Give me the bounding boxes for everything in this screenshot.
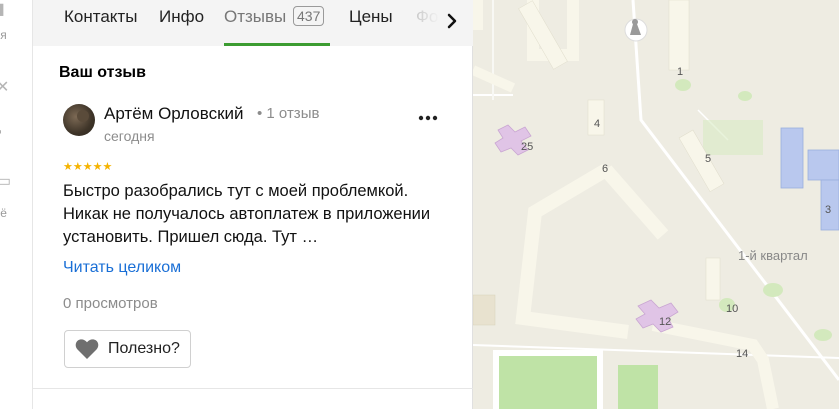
tab-contacts[interactable]: Контакты xyxy=(64,7,137,27)
avatar[interactable] xyxy=(63,104,95,136)
read-more-link[interactable]: Читать целиком xyxy=(63,259,181,277)
tab-fade xyxy=(408,0,440,46)
tab-reviews[interactable]: Отзывы 437 xyxy=(224,6,325,27)
review-date: сегодня xyxy=(104,128,155,144)
tab-prices[interactable]: Цены xyxy=(349,7,393,27)
divider xyxy=(33,388,473,389)
building-number-label: 3 xyxy=(825,204,832,216)
organization-panel: Контакты Инфо Отзывы 437 Цены Фо Ваш отз… xyxy=(33,0,473,409)
views-count: 0 просмотров xyxy=(63,295,158,312)
bag-icon: ▭ xyxy=(0,173,12,190)
helpful-button[interactable]: Полезно? xyxy=(64,330,191,368)
district-label: 1-й квартал xyxy=(738,248,808,263)
map-view[interactable]: 1 4 25 5 6 3 12 10 14 1-й квартал xyxy=(473,0,839,409)
building-number-label: 6 xyxy=(602,163,609,175)
active-tab-indicator xyxy=(224,43,330,46)
building-number-label: 14 xyxy=(736,348,749,360)
tab-reviews-label: Отзывы xyxy=(224,7,287,26)
more-dots-icon xyxy=(418,115,438,121)
building-number-label: 10 xyxy=(726,303,739,315)
more-options-button[interactable] xyxy=(415,106,441,130)
bookmark-icon: ▮ xyxy=(0,1,5,18)
close-icon: ✕ xyxy=(0,79,10,96)
sidebar-rail: ▮ ья ✕ д ▭ ьё xyxy=(0,0,33,409)
building-number-label: 4 xyxy=(594,118,601,130)
tab-info[interactable]: Инфо xyxy=(159,7,204,27)
sidebar-item-label: д xyxy=(0,120,1,134)
building-number-label: 25 xyxy=(521,141,534,153)
helpful-label: Полезно? xyxy=(108,340,180,357)
building-number-label: 12 xyxy=(659,316,672,328)
heart-icon xyxy=(75,339,99,359)
review-author-meta: • 1 отзыв xyxy=(257,105,320,122)
reviews-count-badge: 437 xyxy=(293,6,325,26)
map-canvas xyxy=(473,0,839,409)
tab-bar: Контакты Инфо Отзывы 437 Цены Фо xyxy=(33,0,473,46)
tabs-next-button[interactable] xyxy=(438,6,468,36)
sidebar-item-label: ья xyxy=(0,28,7,42)
building-number-label: 1 xyxy=(677,66,684,78)
review-text: Быстро разобрались тут с моей проблемкой… xyxy=(63,182,431,246)
review-author-name[interactable]: Артём Орловский xyxy=(104,104,244,124)
chevron-right-icon xyxy=(447,13,457,29)
rating-stars: ★★★★★ xyxy=(63,161,113,173)
sidebar-item-label: ьё xyxy=(0,206,7,220)
your-review-heading: Ваш отзыв xyxy=(59,64,146,81)
building-number-label: 5 xyxy=(705,153,712,165)
